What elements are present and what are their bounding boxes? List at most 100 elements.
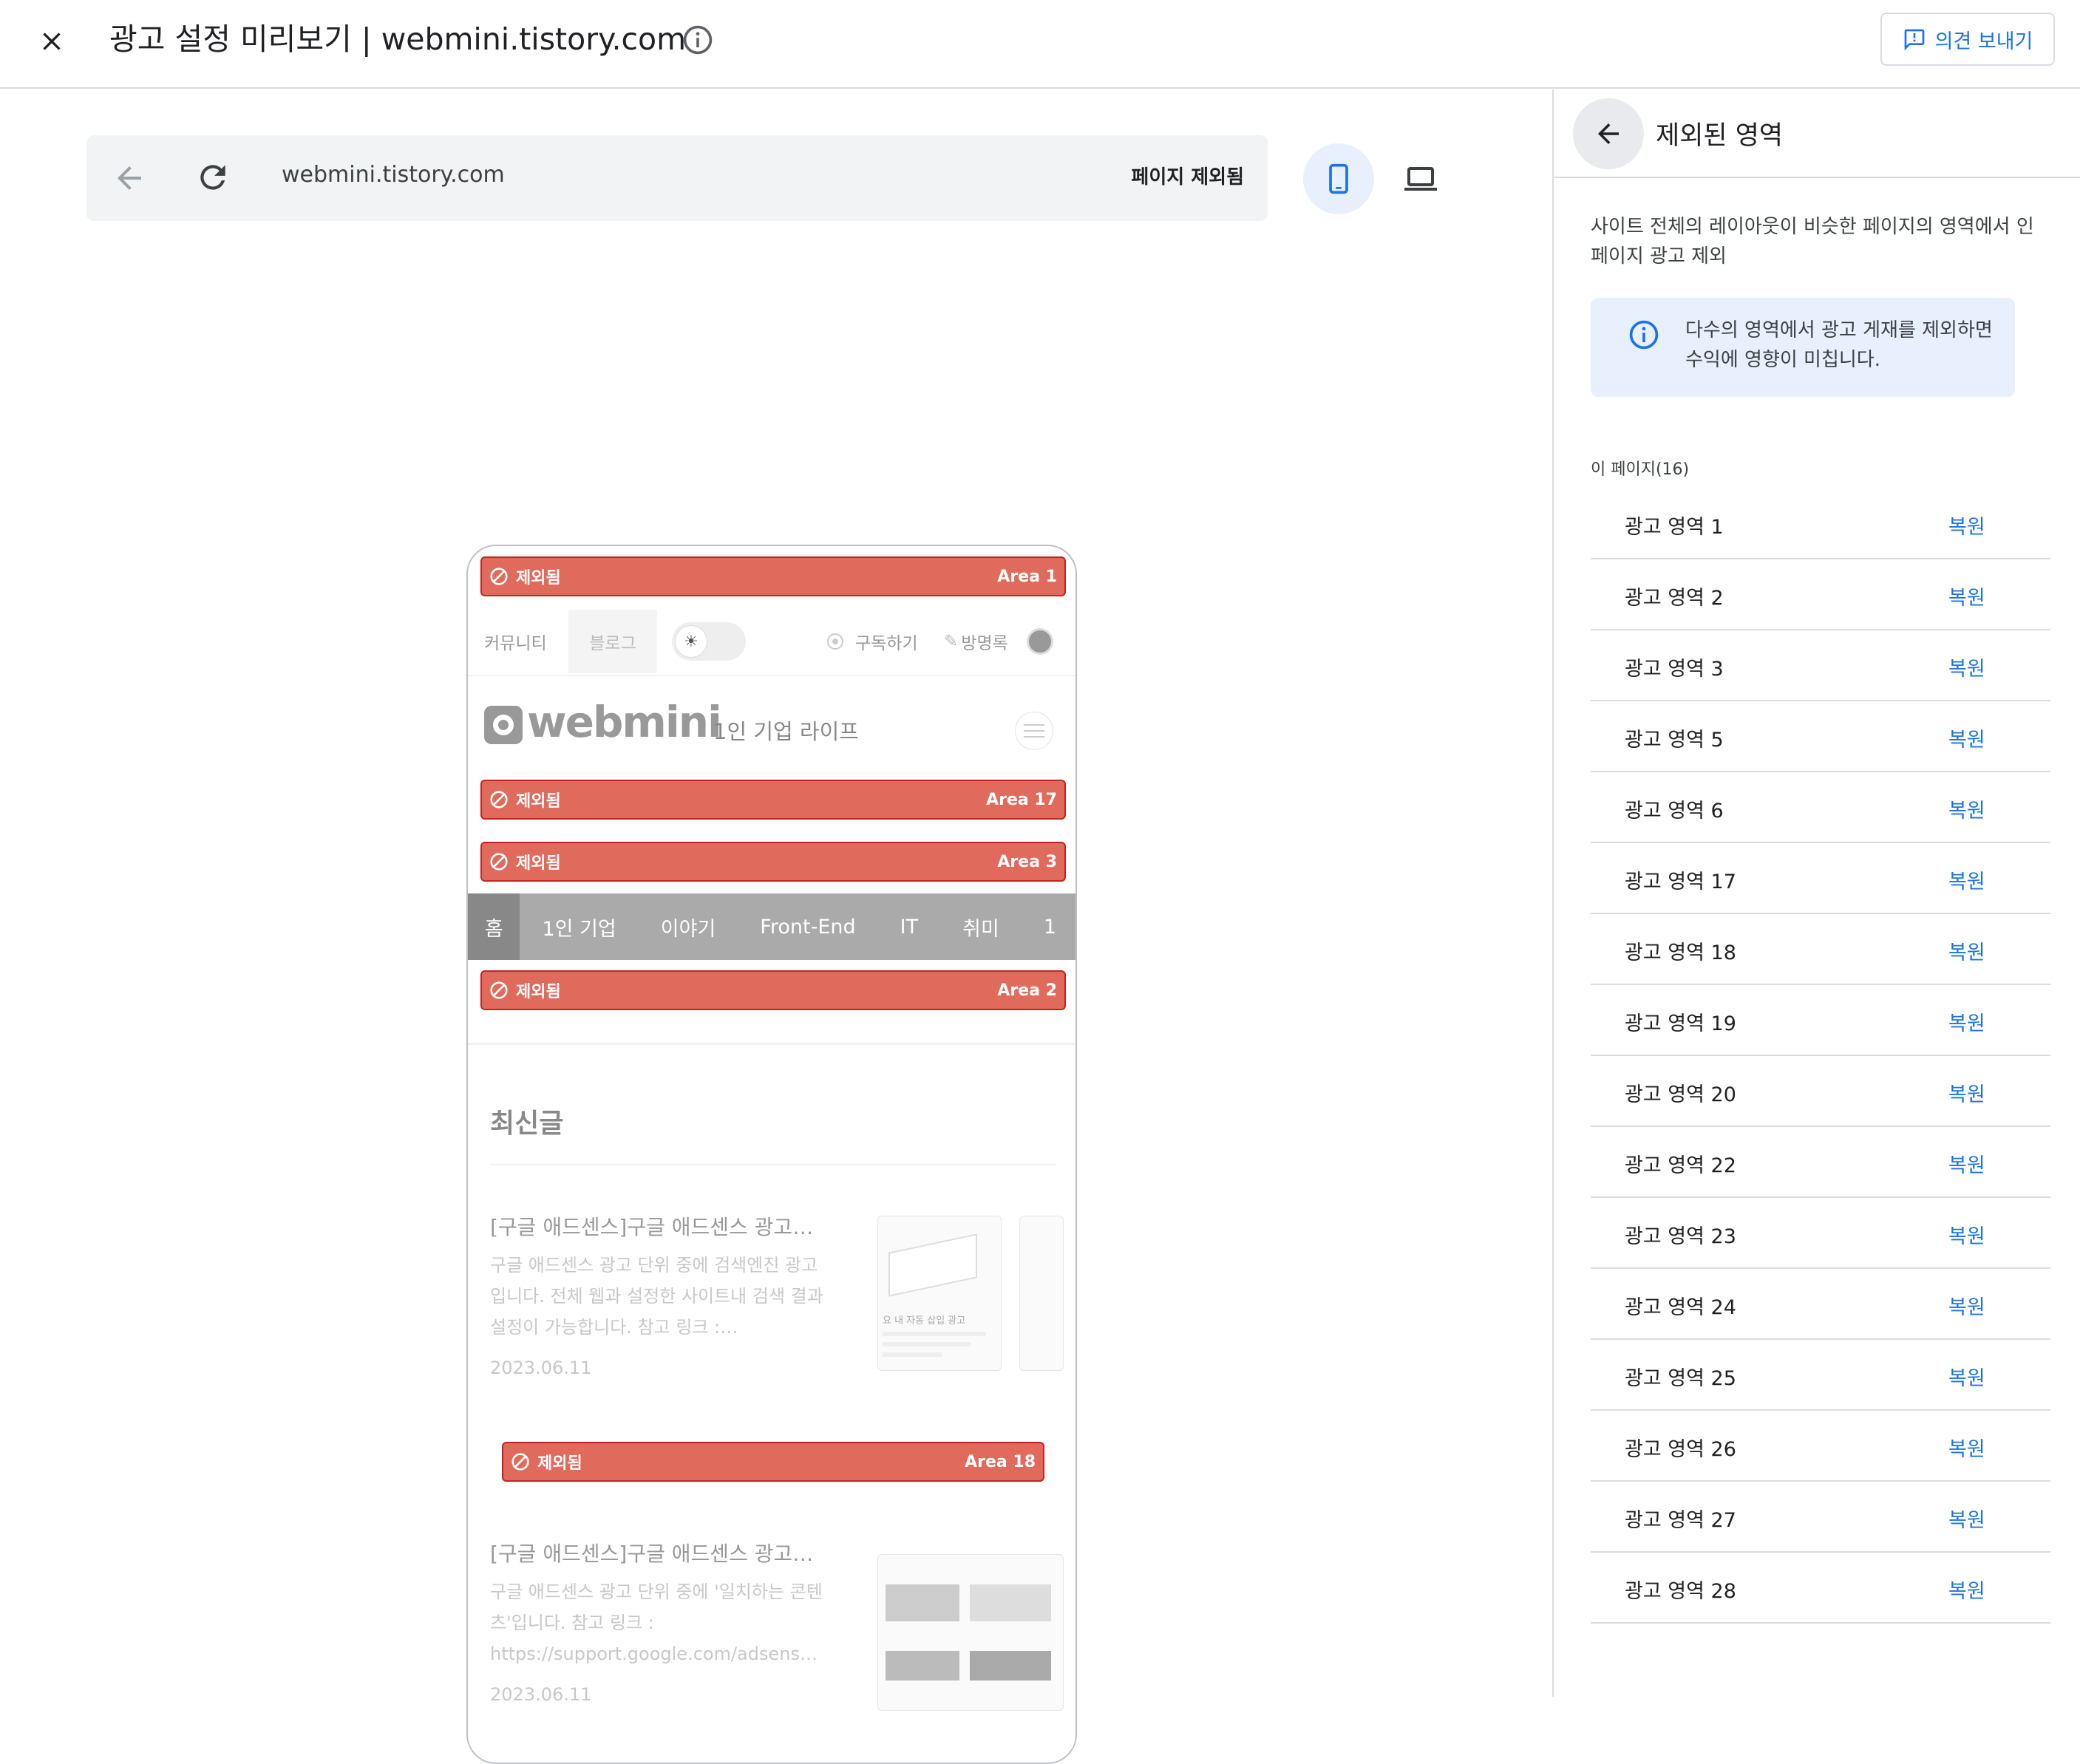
- area-row: 광고 영역 17 복원: [1591, 843, 2050, 914]
- area-row: 광고 영역 26 복원: [1591, 1411, 2050, 1482]
- area-name: 광고 영역 17: [1625, 871, 1736, 893]
- restore-button[interactable]: 복원: [1948, 1220, 1985, 1249]
- panel-back-button[interactable]: [1573, 98, 1644, 169]
- restore-button[interactable]: 복원: [1948, 1575, 1985, 1604]
- restore-button[interactable]: 복원: [1948, 1362, 1985, 1391]
- restore-button[interactable]: 복원: [1948, 582, 1985, 610]
- info-text: 다수의 영역에서 광고 게재를 제외하면 수익에 영향이 미칩니다.: [1685, 319, 1993, 371]
- hamburger-icon[interactable]: [1015, 712, 1053, 750]
- info-icon[interactable]: [682, 24, 714, 59]
- menu-item[interactable]: 1인 기업: [520, 893, 638, 960]
- menu-item[interactable]: 이야기: [639, 893, 738, 960]
- radio-icon: [827, 633, 843, 650]
- post-thumbnail: [1019, 1216, 1064, 1371]
- restore-button[interactable]: 복원: [1948, 653, 1985, 681]
- area-row: 광고 영역 22 복원: [1591, 1127, 2050, 1198]
- area-row: 광고 영역 19 복원: [1591, 985, 2050, 1056]
- page-title: 광고 설정 미리보기 | webmini.tistory.com: [109, 21, 687, 57]
- area-name: 광고 영역 20: [1625, 1083, 1736, 1106]
- excluded-bar[interactable]: 제외됨 Area 2: [480, 970, 1066, 1010]
- area-row: 광고 영역 23 복원: [1591, 1198, 2050, 1269]
- restore-button[interactable]: 복원: [1948, 794, 1985, 823]
- back-button[interactable]: [112, 160, 147, 199]
- theme-toggle[interactable]: ☀: [672, 610, 746, 673]
- blog-header: webmini 1인 기업 라이프: [468, 676, 1075, 775]
- blog-nav: 커뮤니티 블로그 ☀ 구독하기 ✎ 방명록: [468, 610, 1075, 676]
- area-name: 광고 영역 19: [1625, 1012, 1736, 1035]
- area-row: 광고 영역 18 복원: [1591, 914, 2050, 985]
- close-button[interactable]: [30, 19, 74, 64]
- subscribe-link[interactable]: 구독하기: [827, 610, 918, 673]
- restore-button[interactable]: 복원: [1948, 1433, 1985, 1462]
- area-name: 광고 영역 1: [1625, 516, 1724, 539]
- area-row: 광고 영역 5 복원: [1591, 701, 2050, 772]
- menu-item[interactable]: 1: [1022, 893, 1075, 960]
- excluded-bar[interactable]: 제외됨 Area 17: [480, 780, 1066, 820]
- post-desc: 구글 애드센스 광고 단위 중에 '일치하는 콘텐츠'입니다. 참고 링크 : …: [490, 1581, 823, 1664]
- area-name: 광고 영역 27: [1625, 1509, 1736, 1532]
- arrow-back-icon: [118, 166, 141, 190]
- area-name: 광고 영역 22: [1625, 1154, 1736, 1177]
- area-count: 이 페이지(16): [1591, 460, 1690, 479]
- phone-preview: 제외됨 Area 1 커뮤니티 블로그 ☀ 구독하기 ✎ 방명록 webmini…: [466, 545, 1077, 1764]
- logo-mark: [484, 706, 523, 744]
- restore-button[interactable]: 복원: [1948, 936, 1985, 965]
- menu-item[interactable]: 홈: [468, 893, 520, 960]
- restore-button[interactable]: 복원: [1948, 1291, 1985, 1320]
- menu-item[interactable]: Front-End: [738, 893, 877, 960]
- post-desc: 구글 애드센스 광고 단위 중에 검색엔진 광고입니다. 전체 웹과 설정한 사…: [490, 1255, 823, 1338]
- area-label: Area 2: [997, 981, 1057, 1000]
- area-list: 광고 영역 1 복원 광고 영역 2 복원 광고 영역 3 복원 광고 영역 5 복원 광고 영…: [1591, 488, 2050, 1624]
- panel-description: 사이트 전체의 레이아웃이 비슷한 페이지의 영역에서 인페이지 광고 제외: [1591, 216, 2034, 268]
- area-name: 광고 영역 5: [1625, 729, 1724, 752]
- excluded-areas-panel: 제외된 영역 사이트 전체의 레이아웃이 비슷한 페이지의 영역에서 인페이지 …: [1552, 89, 2080, 1697]
- area-row: 광고 영역 1 복원: [1591, 488, 2050, 559]
- area-name: 광고 영역 24: [1625, 1296, 1736, 1319]
- divider: [490, 1164, 1056, 1165]
- reload-button[interactable]: [194, 159, 231, 199]
- section-title: 최신글: [490, 1109, 564, 1139]
- url-bar: webmini.tistory.com 페이지 제외됨: [86, 135, 1268, 221]
- menu-item[interactable]: 취미: [940, 893, 1022, 960]
- excluded-bar[interactable]: 제외됨 Area 18: [502, 1442, 1044, 1482]
- post-thumbnail: [877, 1554, 1064, 1711]
- community-link[interactable]: 커뮤니티: [484, 610, 547, 673]
- restore-button[interactable]: 복원: [1948, 1504, 1985, 1533]
- laptop-icon: [1404, 167, 1437, 191]
- restore-button[interactable]: 복원: [1948, 1078, 1985, 1107]
- profile-icon[interactable]: [1027, 610, 1053, 673]
- area-row: 광고 영역 3 복원: [1591, 630, 2050, 701]
- restore-button[interactable]: 복원: [1948, 1007, 1985, 1036]
- restore-button[interactable]: 복원: [1948, 723, 1985, 752]
- excluded-bar[interactable]: 제외됨 Area 1: [480, 556, 1066, 596]
- desktop-view-button[interactable]: [1385, 143, 1456, 214]
- area-name: 광고 영역 18: [1625, 941, 1736, 964]
- area-label: Area 17: [986, 790, 1057, 809]
- area-name: 광고 영역 28: [1625, 1580, 1736, 1603]
- restore-button[interactable]: 복원: [1948, 511, 1985, 539]
- preview-area: webmini.tistory.com 페이지 제외됨 제외됨 Area 1 커…: [0, 89, 1552, 1764]
- mobile-view-button[interactable]: [1303, 143, 1374, 214]
- area-label: Area 18: [965, 1452, 1036, 1471]
- blog-link[interactable]: 블로그: [568, 610, 657, 673]
- feedback-button[interactable]: 의견 보내기: [1880, 13, 2055, 66]
- excluded-bar[interactable]: 제외됨 Area 3: [480, 842, 1066, 882]
- area-name: 광고 영역 6: [1625, 800, 1724, 823]
- block-icon: [490, 853, 508, 871]
- restore-button[interactable]: 복원: [1948, 1149, 1985, 1178]
- excluded-label: 제외됨: [516, 983, 561, 1001]
- blog-menu: 홈 1인 기업 이야기 Front-End IT 취미 1: [468, 893, 1075, 960]
- menu-item[interactable]: IT: [878, 893, 940, 960]
- excluded-label: 제외됨: [516, 792, 561, 811]
- area-name: 광고 영역 26: [1625, 1438, 1736, 1461]
- area-name: 광고 영역 25: [1625, 1367, 1736, 1390]
- excluded-label: 제외됨: [516, 854, 561, 873]
- area-name: 광고 영역 23: [1625, 1225, 1736, 1248]
- block-icon: [490, 568, 508, 585]
- block-icon: [511, 1453, 529, 1471]
- post-title: [구글 애드센스]구글 애드센스 광고…: [490, 1215, 814, 1239]
- guestbook-link[interactable]: ✎ 방명록: [944, 610, 1008, 673]
- restore-button[interactable]: 복원: [1948, 865, 1985, 894]
- arrow-back-icon: [1598, 123, 1619, 144]
- logo-text[interactable]: webmini: [527, 697, 722, 747]
